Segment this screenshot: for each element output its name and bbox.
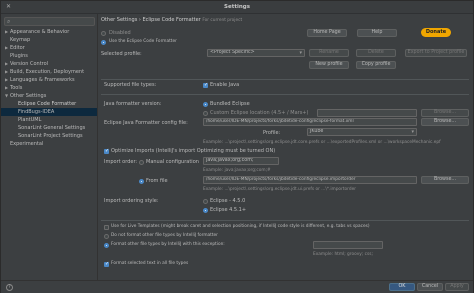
disabled-radio[interactable] — [101, 31, 106, 36]
rename-button[interactable]: Rename — [309, 49, 349, 57]
apply-button[interactable]: Apply — [445, 283, 469, 291]
enable-java-label: Enable Java — [210, 82, 240, 88]
separator — [101, 220, 469, 221]
import-order-file-field[interactable]: /home/user/IDE-MN/projects/forks/jbdetid… — [203, 176, 417, 184]
import-order-browse-button[interactable]: Browse... — [421, 176, 469, 184]
sidebar-item-appearance[interactable]: ▶ Appearance & Behavior — [5, 28, 69, 36]
format-other-label: Format other file types by IntelliJ with… — [111, 242, 225, 247]
settings-sidebar: ⌕ ▶ Appearance & Behavior Keymap ▶ Editor … — [1, 14, 98, 280]
import-order-label: Import order: — [104, 159, 138, 165]
home-page-button[interactable]: Home Page — [307, 29, 347, 37]
do-not-format-label: Do not format other file types by Intell… — [111, 233, 218, 238]
use-live-templates-checkbox[interactable] — [104, 225, 109, 230]
custom-eclipse-browse-button[interactable]: Browse... — [421, 109, 469, 117]
exception-example: Example: html; groovy; css; — [313, 252, 373, 257]
selected-profile-combo[interactable]: <Project Specific> — [207, 49, 305, 57]
supported-file-types-label: Supported file types: — [104, 82, 157, 88]
disabled-label: Disabled — [109, 30, 131, 36]
sidebar-item-plugins[interactable]: Plugins — [10, 52, 28, 60]
manual-configuration-label: Manual configuration — [146, 159, 199, 165]
manual-import-order-field[interactable]: java;javax;org;com; — [203, 157, 279, 165]
custom-eclipse-radio[interactable] — [203, 111, 208, 116]
sidebar-item-languages[interactable]: ▶ Languages & Frameworks — [5, 76, 75, 84]
sidebar-item-findbugs[interactable]: FindBugs-IDEA — [18, 108, 54, 116]
from-file-radio[interactable] — [139, 179, 144, 184]
breadcrumb: Other Settings › Eclipse Code Formatter … — [101, 17, 242, 23]
new-profile-button[interactable]: New profile — [309, 61, 349, 69]
eclipse-451-label: Eclipse 4.5.1+ — [210, 207, 247, 213]
ok-button[interactable]: OK — [389, 283, 415, 291]
separator — [101, 94, 469, 95]
sidebar-item-other-settings[interactable]: ▼ Other Settings — [5, 92, 46, 100]
do-not-format-radio[interactable] — [104, 234, 109, 239]
breadcrumb-note: For current project — [202, 18, 243, 23]
sidebar-item-editor[interactable]: ▶ Editor — [5, 44, 25, 52]
sidebar-item-eclipse-code-formatter[interactable]: Eclipse Code Formatter — [18, 100, 76, 108]
settings-window: ✕ Settings ⌕ ▶ Appearance & Behavior Keym… — [0, 0, 474, 293]
sidebar-item-sonarlint-general[interactable]: SonarLint General Settings — [18, 124, 85, 132]
sidebar-item-build[interactable]: ▶ Build, Execution, Deployment — [5, 68, 84, 76]
use-eclipse-radio[interactable] — [101, 40, 106, 45]
sidebar-item-tools[interactable]: ▶ Tools — [5, 84, 22, 92]
config-file-browse-button[interactable]: Browse... — [421, 118, 469, 126]
java-formatter-version-label: Java formatter version: — [104, 101, 162, 107]
donate-button[interactable]: Donate — [421, 28, 451, 37]
profile-label: Profile: — [263, 130, 281, 136]
cancel-button[interactable]: Cancel — [417, 283, 443, 291]
enable-java-checkbox[interactable] — [203, 82, 208, 88]
optimize-imports-checkbox[interactable] — [104, 148, 109, 154]
sidebar-item-sonarlint-project[interactable]: SonarLint Project Settings — [18, 132, 83, 140]
custom-eclipse-label: Custom Eclipse location (4.5+ / Mars+) — [210, 110, 309, 116]
bundled-eclipse-radio[interactable] — [203, 102, 208, 107]
format-selected-text-checkbox[interactable] — [104, 261, 109, 267]
import-order-file-example: Example: ...\project\.settings\org.eclip… — [203, 187, 356, 192]
format-other-radio[interactable] — [104, 243, 109, 248]
dialog-footer: ? OK Cancel Apply — [1, 280, 473, 293]
sidebar-item-plantuml[interactable]: PlantUML — [18, 116, 41, 124]
config-file-path-field[interactable]: /home/user/IDE-MN/projects/forks/jbdetid… — [203, 118, 417, 126]
exception-field[interactable] — [313, 241, 383, 249]
separator — [101, 79, 469, 80]
optimize-imports-label: Optimize Imports (IntelliJ's import Opti… — [111, 148, 276, 154]
export-profile-button[interactable]: Export to Project profile — [405, 49, 467, 57]
sidebar-item-experimental[interactable]: Experimental — [10, 140, 43, 148]
format-selected-text-label: Format selected text in all file types — [111, 261, 189, 266]
help-button[interactable]: Help — [357, 29, 397, 37]
window-title: Settings — [224, 4, 250, 10]
eclipse-450-label: Eclipse - 4.5.0 — [210, 198, 246, 204]
from-file-label: From file — [146, 178, 168, 184]
eclipse-450-radio[interactable] — [203, 199, 208, 204]
sidebar-item-keymap[interactable]: Keymap — [10, 36, 30, 44]
import-ordering-style-label: Import ordering style: — [104, 198, 159, 204]
use-live-templates-label: Use for Live Templates (might break care… — [111, 224, 370, 229]
help-icon[interactable]: ? — [6, 284, 13, 291]
eclipse-451-radio[interactable] — [203, 208, 208, 213]
breadcrumb-separator: › — [138, 17, 141, 23]
delete-button[interactable]: Delete — [356, 49, 396, 57]
config-example-text: Example: ...\project\.settings\org.eclip… — [203, 140, 441, 145]
breadcrumb-current: Eclipse Code Formatter — [142, 17, 201, 23]
selected-profile-label: Selected profile: — [101, 51, 142, 57]
use-eclipse-label: Use the Eclipse Code Formatter — [109, 39, 177, 44]
profile-combo[interactable]: JKube — [307, 128, 417, 136]
manual-configuration-radio[interactable] — [139, 160, 144, 165]
manual-import-order-example: Example: java;javax;org;com;# — [203, 168, 271, 173]
formatter-settings-panel: Other Settings › Eclipse Code Formatter … — [99, 14, 473, 280]
breadcrumb-parent: Other Settings — [101, 17, 138, 23]
search-input[interactable]: ⌕ — [4, 17, 95, 26]
custom-eclipse-path-field[interactable] — [317, 109, 417, 117]
bundled-eclipse-label: Bundled Eclipse — [210, 101, 250, 107]
title-bar: ✕ Settings — [1, 1, 473, 14]
copy-profile-button[interactable]: Copy profile — [356, 61, 396, 69]
sidebar-item-version-control[interactable]: ▶ Version Control — [5, 60, 48, 68]
search-icon: ⌕ — [7, 18, 11, 25]
config-file-label: Eclipse Java Formatter config file: — [104, 120, 188, 126]
